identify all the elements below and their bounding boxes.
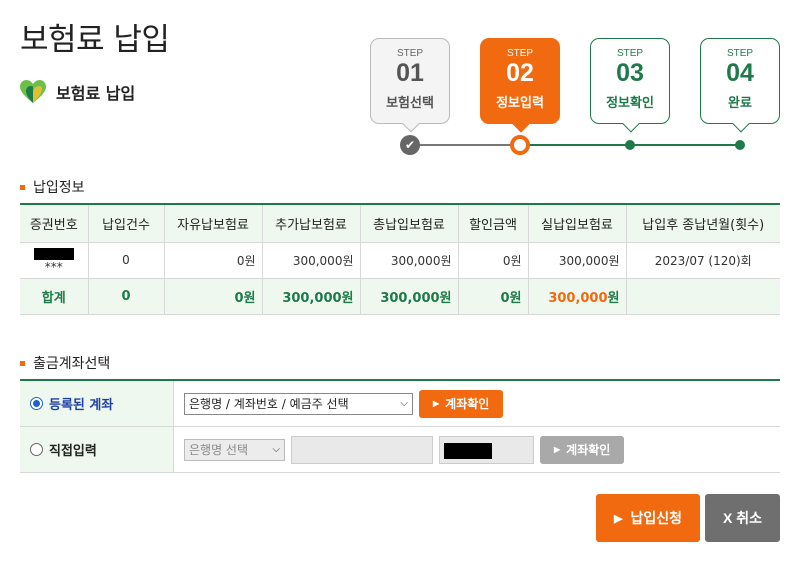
discount-cell: 0원 <box>457 242 528 279</box>
sum-total: 300,000원 <box>359 278 458 315</box>
redacted-block <box>33 247 74 260</box>
registered-account-select[interactable]: 은행명 / 계좌번호 / 예금주 선택 ⌵ <box>184 392 413 415</box>
registered-account-radio[interactable] <box>30 397 43 410</box>
col-final-month: 납입후 종납년월(횟수) <box>625 204 780 243</box>
registered-account-controls: 은행명 / 계좌번호 / 예금주 선택 ⌵ ▶ 계좌확인 <box>173 381 780 426</box>
count-cell: 0 <box>87 242 164 279</box>
step-04: STEP 04 완료 <box>700 38 780 133</box>
sum-empty <box>625 278 780 315</box>
bullet-icon <box>20 360 25 366</box>
col-count: 납입건수 <box>87 204 164 243</box>
policy-number: *** <box>20 242 88 279</box>
account-confirm-disabled-button[interactable]: ▶ 계좌확인 <box>540 435 625 464</box>
account-confirm-button[interactable]: ▶ 계좌확인 <box>419 389 504 418</box>
sum-row: 합계 0 0원 300,000원 300,000원 0원 300,000원 <box>20 278 780 315</box>
actual-premium-cell: 300,000원 <box>527 242 626 279</box>
sum-actual: 300,000원 <box>527 278 626 315</box>
play-icon: ▶ <box>614 512 623 525</box>
step-01: STEP 01 보험선택 <box>370 38 450 133</box>
step-dot-04 <box>735 140 745 150</box>
payment-info-heading: 납입정보 <box>20 177 85 197</box>
step-indicator: STEP 01 보험선택 STEP 02 정보입력 STEP 03 정보확인 S… <box>370 38 782 158</box>
account-heading: 출금계좌선택 <box>20 353 110 373</box>
registered-account-option[interactable]: 등록된 계좌 <box>20 381 173 426</box>
table-header-row: 증권번호 납입건수 자유납보험료 추가납보험료 총납입보험료 할인금액 실납입보… <box>20 204 780 243</box>
page-title: 보험료 납입 <box>20 22 170 58</box>
sum-extra: 300,000원 <box>261 278 360 315</box>
bullet-icon <box>20 184 25 190</box>
step-02: STEP 02 정보입력 <box>480 38 560 133</box>
account-number-input[interactable] <box>291 435 433 464</box>
check-icon: ✔ <box>400 135 420 155</box>
account-table: 등록된 계좌 은행명 / 계좌번호 / 예금주 선택 ⌵ ▶ 계좌확인 직접입력… <box>20 379 780 473</box>
redacted-block <box>444 442 492 459</box>
chevron-down-icon: ⌵ <box>400 398 408 409</box>
step-03: STEP 03 정보확인 <box>590 38 670 133</box>
direct-input-row: 직접입력 은행명 선택 ⌵ ▶ 계좌확인 <box>20 427 780 473</box>
section-title: 보험료 납입 <box>20 80 135 104</box>
payment-info-table: 증권번호 납입건수 자유납보험료 추가납보험료 총납입보험료 할인금액 실납입보… <box>20 203 780 315</box>
play-icon: ▶ <box>554 445 561 454</box>
direct-input-controls: 은행명 선택 ⌵ ▶ 계좌확인 <box>173 427 780 472</box>
sum-label: 합계 <box>20 278 88 315</box>
play-icon: ▶ <box>433 399 440 408</box>
sum-count: 0 <box>87 278 164 315</box>
cancel-button[interactable]: X 취소 <box>705 494 780 542</box>
step-track-done <box>410 144 520 146</box>
col-extra-premium: 추가납보험료 <box>261 204 360 243</box>
section-title-text: 보험료 납입 <box>56 84 136 103</box>
heart-logo-icon <box>20 80 46 103</box>
current-step-marker <box>510 135 530 155</box>
sum-free: 0원 <box>163 278 262 315</box>
col-total-premium: 총납입보험료 <box>359 204 458 243</box>
extra-premium-cell: 300,000원 <box>261 242 360 279</box>
direct-input-option[interactable]: 직접입력 <box>20 427 173 472</box>
free-premium-cell: 0원 <box>163 242 262 279</box>
table-row: *** 0 0원 300,000원 300,000원 0원 300,000원 2… <box>20 242 780 279</box>
final-month-cell: 2023/07 (120)회 <box>625 242 780 279</box>
col-free-premium: 자유납보험료 <box>163 204 262 243</box>
step-dot-03 <box>625 140 635 150</box>
sum-discount: 0원 <box>457 278 528 315</box>
account-holder-input[interactable] <box>439 435 534 464</box>
total-premium-cell: 300,000원 <box>359 242 458 279</box>
registered-account-row: 등록된 계좌 은행명 / 계좌번호 / 예금주 선택 ⌵ ▶ 계좌확인 <box>20 381 780 427</box>
chevron-down-icon: ⌵ <box>272 444 280 455</box>
col-discount: 할인금액 <box>457 204 528 243</box>
bank-select[interactable]: 은행명 선택 ⌵ <box>184 438 285 461</box>
submit-payment-button[interactable]: ▶ 납입신청 <box>596 494 700 542</box>
direct-input-radio[interactable] <box>30 443 43 456</box>
col-policy-number: 증권번호 <box>20 204 88 243</box>
col-actual-premium: 실납입보험료 <box>527 204 626 243</box>
